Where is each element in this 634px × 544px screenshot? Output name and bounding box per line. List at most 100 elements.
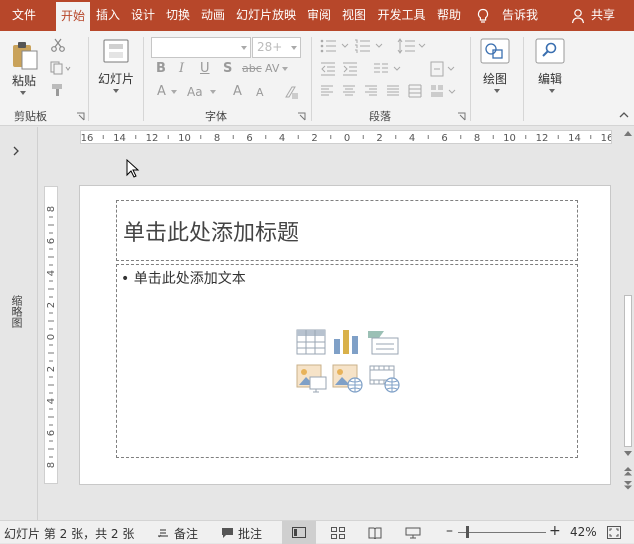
paste-dropdown-arrow[interactable] (20, 91, 26, 95)
drawing-button[interactable]: 绘图 (483, 70, 507, 87)
justify-icon[interactable] (386, 85, 400, 97)
insert-smartart-icon[interactable] (366, 329, 400, 355)
lightbulb-icon[interactable] (476, 8, 490, 24)
notes-button[interactable]: 备注 (174, 525, 198, 542)
slide-canvas[interactable]: 单击此处添加标题 • 单击此处添加文本 (79, 185, 611, 485)
new-slide-dropdown-arrow[interactable] (113, 89, 119, 93)
insert-picture-icon[interactable] (296, 364, 328, 394)
paste-icon[interactable] (10, 39, 40, 71)
text-shadow-button[interactable]: S (223, 61, 232, 76)
line-spacing-icon[interactable] (397, 38, 427, 54)
normal-view-button[interactable] (282, 521, 316, 544)
user-icon[interactable] (571, 8, 585, 24)
zoom-level[interactable]: 42% (570, 525, 597, 539)
fit-to-window-icon[interactable] (607, 526, 621, 539)
font-family-combo[interactable] (151, 37, 251, 58)
align-center-icon[interactable] (342, 85, 356, 97)
paragraph-launcher-icon[interactable] (457, 112, 466, 121)
drawing-dropdown-arrow[interactable] (494, 89, 500, 93)
decrease-indent-icon[interactable] (320, 62, 336, 76)
align-right-icon[interactable] (364, 85, 378, 97)
vertical-scrollbar[interactable] (622, 127, 634, 520)
tab-design[interactable]: 设计 (127, 0, 159, 31)
comments-icon[interactable] (221, 527, 234, 539)
slide-sorter-icon[interactable] (331, 527, 345, 539)
tab-transitions[interactable]: 切换 (162, 0, 194, 31)
search-icon[interactable] (535, 38, 565, 64)
columns-icon[interactable] (373, 62, 403, 76)
zoom-out-button[interactable]: – (446, 523, 453, 539)
font-color-a-button[interactable]: A (157, 84, 166, 99)
zoom-slider-track[interactable] (458, 532, 546, 533)
tell-me-search[interactable]: 告诉我 (500, 0, 540, 31)
zoom-in-button[interactable]: + (549, 523, 561, 539)
share-button[interactable]: 共享 (588, 0, 618, 31)
insert-video-icon[interactable] (369, 364, 401, 394)
ruler-label: 12 (146, 133, 159, 143)
bold-button[interactable]: B (156, 61, 166, 76)
slideshow-view-icon[interactable] (405, 527, 421, 539)
change-case-button[interactable]: Aa (187, 85, 203, 99)
italic-button[interactable]: I (179, 61, 184, 76)
collapse-ribbon-icon[interactable] (619, 111, 629, 118)
chevron-down-icon[interactable] (282, 67, 288, 71)
format-painter-icon[interactable] (51, 83, 65, 97)
font-size-combo[interactable]: 28+ (252, 37, 301, 58)
font-launcher-icon[interactable] (297, 112, 306, 121)
scrollbar-thumb[interactable] (624, 295, 632, 447)
tab-help[interactable]: 帮助 (433, 0, 465, 31)
new-slide-icon[interactable] (103, 39, 129, 63)
tab-slideshow[interactable]: 幻灯片放映 (233, 0, 299, 31)
scroll-down-icon[interactable] (624, 451, 632, 457)
new-slide-button[interactable]: 幻灯片 (98, 70, 134, 87)
scroll-up-icon[interactable] (624, 130, 632, 136)
ruler-label: 2 (46, 366, 57, 372)
comments-button[interactable]: 批注 (238, 525, 262, 542)
increase-indent-icon[interactable] (342, 62, 358, 76)
underline-button[interactable]: U (200, 61, 210, 76)
ruler-label: 6 (46, 238, 57, 244)
cut-icon[interactable] (50, 38, 66, 52)
editing-dropdown-arrow[interactable] (549, 89, 555, 93)
tab-view[interactable]: 视图 (338, 0, 370, 31)
align-text-icon[interactable] (430, 61, 456, 77)
insert-online-picture-icon[interactable] (332, 364, 364, 394)
tab-review[interactable]: 审阅 (303, 0, 335, 31)
strikethrough-button[interactable]: abc (242, 62, 262, 75)
decrease-font-size-button[interactable]: A (256, 86, 264, 99)
thumbnail-pane-label[interactable]: 缩略图 (10, 295, 24, 328)
editing-button[interactable]: 编辑 (538, 70, 562, 87)
title-placeholder[interactable]: 单击此处添加标题 (116, 200, 578, 261)
insert-table-icon[interactable] (296, 329, 326, 355)
tab-file[interactable]: 文件 (0, 0, 48, 31)
bullets-icon[interactable] (320, 39, 350, 53)
smartart-convert-icon[interactable] (430, 83, 458, 99)
previous-slide-icon[interactable] (624, 467, 632, 476)
zoom-slider-thumb[interactable] (466, 526, 469, 538)
drawing-shapes-icon[interactable] (480, 38, 510, 64)
character-spacing-button[interactable]: AV (265, 62, 279, 75)
paste-button[interactable]: 粘贴 (12, 72, 36, 89)
chevron-right-icon[interactable] (12, 146, 20, 156)
distributed-icon[interactable] (408, 84, 422, 98)
tab-insert[interactable]: 插入 (92, 0, 124, 31)
numbering-icon[interactable] (354, 39, 384, 53)
chevron-down-icon[interactable] (171, 90, 177, 94)
reading-view-icon[interactable] (368, 527, 382, 539)
ribbon-tab-bar: 文件 开始 插入 设计 切换 动画 幻灯片放映 审阅 视图 开发工具 帮助 告诉… (0, 0, 634, 32)
content-placeholder[interactable]: • 单击此处添加文本 (116, 264, 578, 458)
clear-formatting-icon[interactable] (283, 84, 299, 100)
clipboard-launcher-icon[interactable] (76, 112, 85, 121)
notes-icon[interactable] (157, 527, 169, 539)
next-slide-icon[interactable] (624, 481, 632, 490)
tab-animations[interactable]: 动画 (197, 0, 229, 31)
ruler-label: 14 (113, 133, 126, 143)
insert-chart-icon[interactable] (332, 327, 360, 355)
copy-icon[interactable] (50, 61, 72, 75)
increase-font-size-button[interactable]: A (233, 84, 242, 99)
tab-home[interactable]: 开始 (56, 2, 90, 32)
ruler-label: 10 (503, 133, 516, 143)
chevron-down-icon[interactable] (210, 90, 216, 94)
align-left-icon[interactable] (320, 85, 334, 97)
tab-developer[interactable]: 开发工具 (373, 0, 430, 31)
